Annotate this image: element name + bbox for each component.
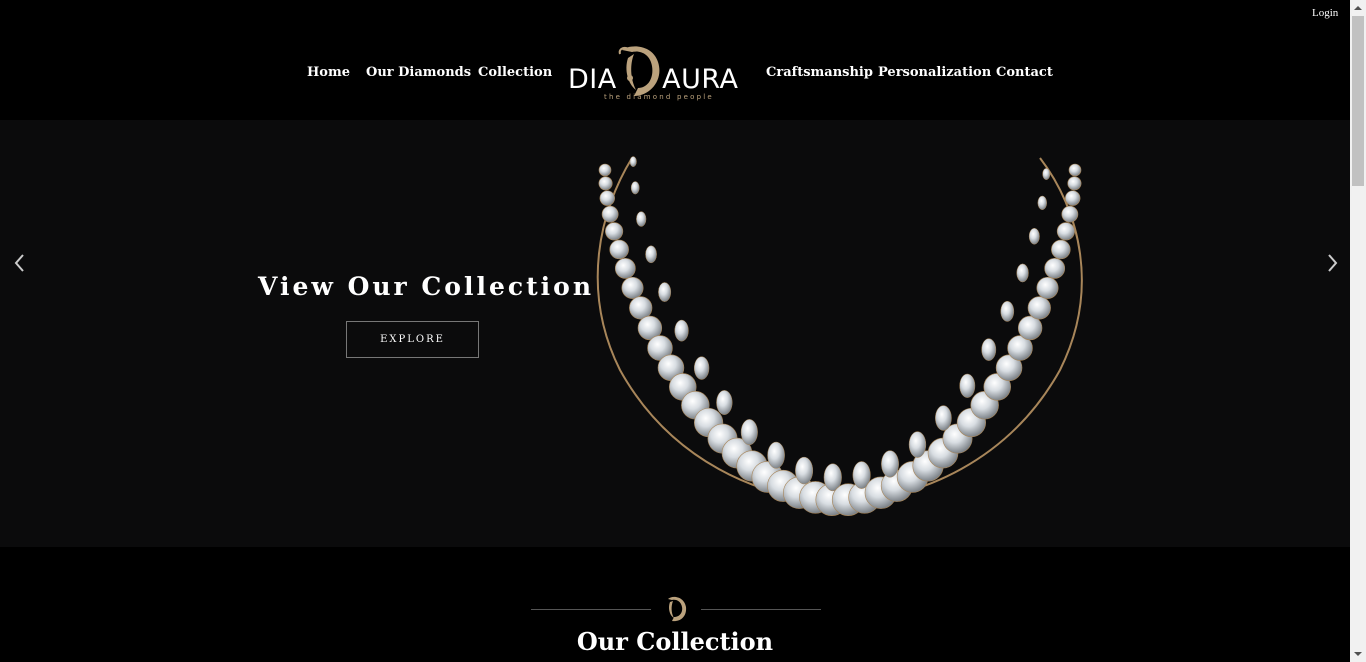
- nav-item-contact[interactable]: Contact: [996, 65, 1053, 80]
- necklace-gem: [630, 181, 640, 195]
- nav-item-collection[interactable]: Collection: [478, 65, 552, 80]
- necklace-gem: [1061, 205, 1079, 223]
- necklace-gem: [1037, 195, 1047, 210]
- chevron-left-icon[interactable]: [12, 252, 28, 274]
- scroll-down-icon[interactable]: [1350, 646, 1366, 662]
- necklace-gem: [1000, 301, 1015, 322]
- necklace-gem: [1065, 190, 1081, 206]
- necklace-gem: [636, 211, 647, 227]
- necklace-gem: [1027, 296, 1051, 320]
- necklace-gem: [629, 156, 637, 167]
- collection-section: Our Collection: [0, 547, 1350, 662]
- nav-item-our-diamonds[interactable]: Our Diamonds: [366, 65, 471, 80]
- necklace-gem: [740, 419, 758, 446]
- necklace-gem: [767, 441, 785, 469]
- necklace-gem: [716, 390, 733, 415]
- scroll-thumb[interactable]: [1352, 16, 1364, 186]
- necklace-gem: [1036, 276, 1059, 299]
- hero-carousel: View Our Collection EXPLORE: [0, 120, 1350, 547]
- necklace-gem: [1067, 176, 1082, 191]
- chevron-right-icon[interactable]: [1324, 252, 1340, 274]
- necklace-gem: [1051, 239, 1071, 260]
- hero-title: View Our Collection: [258, 272, 595, 301]
- necklace-image: [596, 156, 1083, 517]
- necklace-gem: [908, 431, 927, 458]
- nav-item-personalization[interactable]: Personalization: [878, 65, 991, 80]
- necklace-gem: [598, 163, 612, 177]
- brand-logo[interactable]: DIA AURA the diamond people: [568, 44, 740, 104]
- necklace-gem: [1016, 263, 1029, 283]
- necklace-gem: [658, 282, 672, 302]
- necklace-gem: [621, 276, 644, 299]
- necklace-gem: [935, 405, 952, 431]
- logo-text: DIA AURA: [568, 64, 739, 95]
- necklace-gem: [1028, 228, 1040, 245]
- necklace-gem: [1042, 168, 1051, 180]
- necklace-gem: [795, 456, 814, 485]
- divider: [531, 609, 651, 610]
- necklace-gem: [881, 450, 899, 478]
- necklace-gem: [674, 319, 689, 342]
- necklace-gem: [629, 296, 653, 320]
- section-title: Our Collection: [576, 627, 774, 656]
- necklace-gem: [645, 245, 657, 264]
- divider: [701, 609, 821, 610]
- logo-tagline: the diamond people: [604, 93, 714, 101]
- necklace-gem: [614, 258, 636, 279]
- explore-button[interactable]: EXPLORE: [346, 321, 479, 358]
- necklace-gem: [598, 176, 613, 191]
- main-nav: Home Our Diamonds Collection DIA AURA th…: [0, 0, 1350, 120]
- necklace-gem: [1056, 222, 1075, 241]
- necklace-gem: [1068, 163, 1082, 177]
- necklace-gem: [1044, 258, 1066, 279]
- nav-item-home[interactable]: Home: [307, 65, 350, 80]
- scroll-up-icon[interactable]: [1350, 0, 1366, 16]
- necklace-gem: [959, 373, 976, 398]
- vertical-scrollbar[interactable]: [1350, 0, 1366, 662]
- necklace-gem: [693, 356, 710, 380]
- necklace-gem: [1017, 315, 1043, 341]
- necklace-gem: [609, 239, 629, 260]
- necklace-gem: [599, 190, 615, 206]
- necklace-gem: [605, 222, 624, 241]
- necklace-gem: [601, 205, 619, 223]
- monogram-d-icon: [668, 596, 687, 622]
- necklace-gem: [981, 338, 997, 361]
- nav-item-craftsmanship[interactable]: Craftsmanship: [766, 65, 873, 80]
